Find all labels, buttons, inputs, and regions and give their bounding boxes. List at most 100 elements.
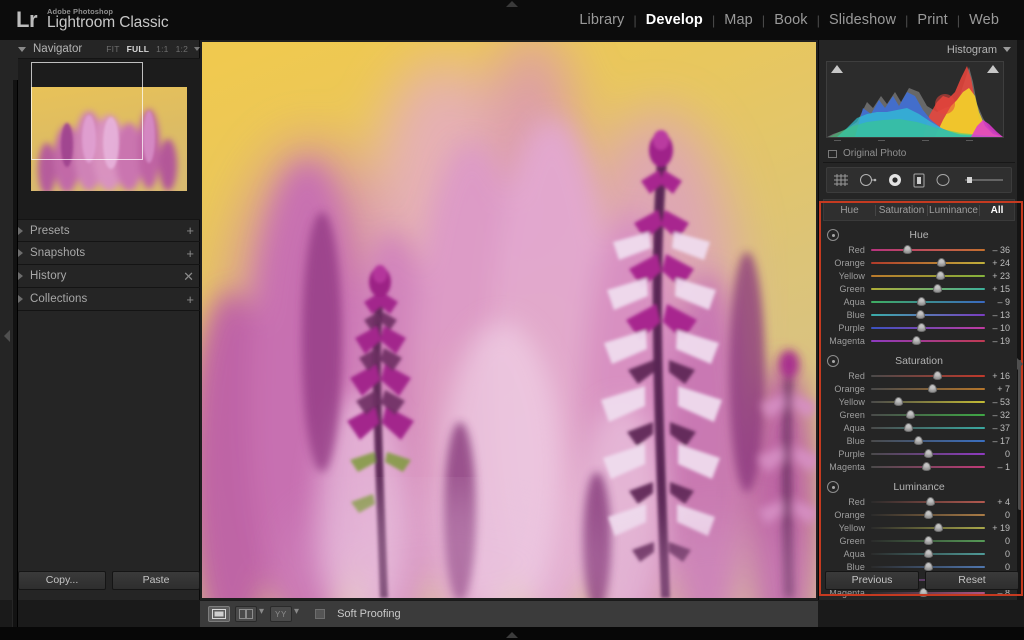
slider-hue-blue[interactable]: Blue – 13 (823, 308, 1015, 321)
slider-hue-aqua[interactable]: Aqua – 9 (823, 295, 1015, 308)
slider-knob[interactable] (923, 549, 933, 558)
paste-button[interactable]: Paste (112, 570, 200, 590)
module-slideshow[interactable]: Slideshow (820, 12, 905, 28)
navigator-zoom-fit[interactable]: FIT (106, 44, 119, 54)
slider-knob[interactable] (932, 371, 942, 380)
slider-track[interactable] (871, 282, 985, 295)
slider-saturation-purple[interactable]: Purple 0 (823, 447, 1015, 460)
target-adjustment-tool-icon-luminance[interactable] (827, 481, 839, 493)
slider-track[interactable] (871, 460, 985, 473)
slider-track[interactable] (871, 495, 985, 508)
slider-knob[interactable] (893, 397, 903, 406)
highlight-clipping-indicator-icon[interactable] (987, 65, 999, 73)
tab-luminance[interactable]: Luminance (928, 204, 980, 216)
slider-knob[interactable] (922, 462, 932, 471)
slider-track[interactable] (871, 256, 985, 269)
target-adjustment-tool-icon-hue[interactable] (827, 229, 839, 241)
slider-luminance-aqua[interactable]: Aqua 0 (823, 547, 1015, 560)
tab-all[interactable]: All (980, 205, 1014, 216)
loupe-view-button[interactable] (208, 606, 230, 622)
slider-hue-red[interactable]: Red – 36 (823, 243, 1015, 256)
slider-knob[interactable] (906, 410, 916, 419)
presets-action-icon[interactable]: + (186, 224, 194, 237)
slider-track[interactable] (871, 295, 985, 308)
slider-knob[interactable] (914, 436, 924, 445)
collections-disclosure-icon[interactable] (18, 295, 23, 303)
reset-button[interactable]: Reset (925, 570, 1019, 590)
slider-track[interactable] (871, 321, 985, 334)
slider-knob[interactable] (904, 423, 914, 432)
slider-knob[interactable] (916, 297, 926, 306)
slider-track[interactable] (871, 369, 985, 382)
slider-track[interactable] (871, 508, 985, 521)
slider-track[interactable] (871, 269, 985, 282)
snapshots-disclosure-icon[interactable] (18, 249, 23, 257)
history-disclosure-icon[interactable] (18, 272, 23, 280)
copy-button[interactable]: Copy... (18, 570, 106, 590)
compare-dropdown-icon[interactable]: ▾ (258, 606, 265, 622)
slider-knob[interactable] (933, 523, 943, 532)
sidebar-item-collections[interactable]: Collections + (18, 288, 200, 311)
histogram-graph[interactable] (826, 61, 1004, 138)
right-panel-collapse-arrow-icon[interactable] (1017, 358, 1023, 370)
original-photo-checkbox[interactable] (828, 149, 837, 158)
navigator-preview[interactable] (18, 59, 200, 219)
crop-overlay-tool-icon[interactable] (833, 173, 849, 187)
compare-view-button[interactable] (235, 606, 257, 622)
module-library[interactable]: Library (570, 12, 633, 28)
survey-dropdown-icon[interactable]: ▾ (293, 606, 300, 622)
slider-luminance-orange[interactable]: Orange 0 (823, 508, 1015, 521)
slider-saturation-aqua[interactable]: Aqua – 37 (823, 421, 1015, 434)
right-panel-scrollbar[interactable] (1017, 40, 1024, 600)
histogram-chevron-down-icon[interactable] (1003, 47, 1011, 52)
module-book[interactable]: Book (765, 12, 816, 28)
slider-track[interactable] (871, 434, 985, 447)
slider-track[interactable] (871, 395, 985, 408)
filmstrip-toggle[interactable] (506, 632, 518, 638)
navigator-zoom-1-1[interactable]: 1:1 (156, 44, 168, 54)
slider-saturation-magenta[interactable]: Magenta – 1 (823, 460, 1015, 473)
slider-knob[interactable] (915, 310, 925, 319)
module-map[interactable]: Map (715, 12, 762, 28)
original-photo-row[interactable]: Original Photo (823, 145, 1015, 163)
top-panel-toggle[interactable] (494, 0, 530, 9)
module-develop[interactable]: Develop (637, 12, 712, 28)
slider-saturation-yellow[interactable]: Yellow – 53 (823, 395, 1015, 408)
sidebar-item-history[interactable]: History ✕ (18, 265, 200, 288)
graduated-filter-slider-icon[interactable] (961, 173, 1005, 187)
spot-removal-tool-icon[interactable] (859, 173, 877, 187)
history-action-icon[interactable]: ✕ (183, 270, 194, 283)
slider-track[interactable] (871, 408, 985, 421)
sidebar-item-snapshots[interactable]: Snapshots + (18, 242, 200, 265)
slider-track[interactable] (871, 334, 985, 347)
slider-track[interactable] (871, 308, 985, 321)
slider-hue-green[interactable]: Green + 15 (823, 282, 1015, 295)
slider-knob[interactable] (923, 449, 933, 458)
slider-track[interactable] (871, 243, 985, 256)
tab-saturation[interactable]: Saturation (876, 204, 928, 216)
slider-saturation-orange[interactable]: Orange + 7 (823, 382, 1015, 395)
shadow-clipping-indicator-icon[interactable] (831, 65, 843, 73)
module-print[interactable]: Print (908, 12, 956, 28)
slider-hue-magenta[interactable]: Magenta – 19 (823, 334, 1015, 347)
slider-hue-orange[interactable]: Orange + 24 (823, 256, 1015, 269)
slider-knob[interactable] (932, 284, 942, 293)
slider-track[interactable] (871, 534, 985, 547)
radial-filter-tool-icon[interactable] (935, 173, 951, 187)
slider-track[interactable] (871, 547, 985, 560)
slider-track[interactable] (871, 447, 985, 460)
left-panel-collapse-arrow-icon[interactable] (4, 330, 10, 342)
slider-knob[interactable] (936, 271, 946, 280)
collections-action-icon[interactable]: + (186, 293, 194, 306)
snapshots-action-icon[interactable]: + (186, 247, 194, 260)
right-panel-scrollbar-thumb[interactable] (1018, 360, 1023, 510)
slider-luminance-red[interactable]: Red + 4 (823, 495, 1015, 508)
slider-track[interactable] (871, 421, 985, 434)
survey-view-button[interactable]: YY (270, 606, 293, 622)
slider-knob[interactable] (925, 497, 935, 506)
sidebar-item-presets[interactable]: Presets + (18, 219, 200, 242)
slider-knob[interactable] (912, 336, 922, 345)
presets-disclosure-icon[interactable] (18, 226, 23, 235)
slider-saturation-red[interactable]: Red + 16 (823, 369, 1015, 382)
slider-track[interactable] (871, 521, 985, 534)
